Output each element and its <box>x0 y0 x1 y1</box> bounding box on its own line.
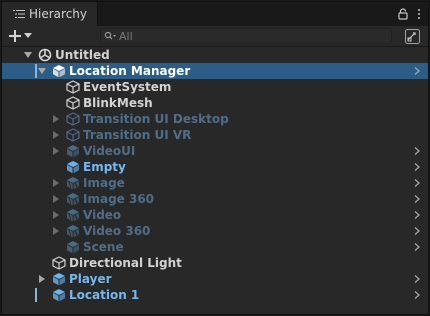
hierarchy-row-label: Location Manager <box>69 64 191 78</box>
open-prefab-chevron-icon[interactable] <box>414 275 420 283</box>
expand-arrow-down-icon[interactable] <box>38 67 46 75</box>
override-marker <box>35 288 37 302</box>
expand-arrow-right-icon[interactable] <box>52 179 60 187</box>
hierarchy-row-label: Empty <box>83 160 126 174</box>
hierarchy-row[interactable]: Empty <box>2 159 428 175</box>
open-prefab-chevron-icon[interactable] <box>414 195 420 203</box>
hierarchy-row-label: Location 1 <box>69 288 140 302</box>
hierarchy-row-label: VideoUI <box>83 144 136 158</box>
gameobject-icon <box>66 112 80 126</box>
lock-icon[interactable] <box>398 8 408 20</box>
add-button[interactable] <box>9 28 37 44</box>
toolbar <box>2 26 428 47</box>
hierarchy-row[interactable]: Video 360 <box>2 223 428 239</box>
hierarchy-row-label: Transition UI VR <box>83 128 192 142</box>
prefab-icon <box>66 240 80 254</box>
expand-arrow-right-icon[interactable] <box>52 147 60 155</box>
window-menu-icon[interactable] <box>416 7 422 21</box>
hierarchy-row[interactable]: BlinkMesh <box>2 95 428 111</box>
hierarchy-row[interactable]: EventSystem <box>2 79 428 95</box>
prefab-icon <box>52 272 66 286</box>
hierarchy-row[interactable]: Player <box>2 271 428 287</box>
scene-visibility-icon[interactable] <box>405 29 420 44</box>
tab-title: Hierarchy <box>29 7 88 21</box>
hierarchy-row-label: EventSystem <box>83 80 172 94</box>
gameobject-icon <box>66 80 80 94</box>
tab-hierarchy[interactable]: Hierarchy <box>2 2 98 26</box>
dropdown-arrow-icon <box>24 33 32 38</box>
search-icon <box>104 31 116 40</box>
expand-arrow-right-icon[interactable] <box>52 115 60 123</box>
expand-arrow-right-icon[interactable] <box>38 275 46 283</box>
gameobject-icon <box>52 256 66 270</box>
hierarchy-row-label: Video 360 <box>83 224 151 238</box>
hierarchy-row[interactable]: Directional Light <box>2 255 428 271</box>
expand-arrow-right-icon[interactable] <box>52 227 60 235</box>
open-prefab-chevron-icon[interactable] <box>414 147 420 155</box>
unity-scene-icon <box>38 48 52 62</box>
hierarchy-row[interactable]: Location 1 <box>2 287 428 303</box>
hierarchy-window: Hierarchy All Untitled Location Manager … <box>1 1 429 315</box>
search-input[interactable] <box>116 29 369 43</box>
open-prefab-chevron-icon[interactable] <box>414 179 420 187</box>
prefab-icon <box>66 144 80 158</box>
gameobject-icon <box>66 96 80 110</box>
hierarchy-row[interactable]: VideoUI <box>2 143 428 159</box>
hierarchy-row[interactable]: Image 360 <box>2 191 428 207</box>
hierarchy-row[interactable]: Transition UI VR <box>2 127 428 143</box>
hierarchy-row[interactable]: Untitled <box>2 47 428 63</box>
open-prefab-chevron-icon[interactable] <box>414 227 420 235</box>
hierarchy-row[interactable]: Transition UI Desktop <box>2 111 428 127</box>
open-prefab-chevron-icon[interactable] <box>414 211 420 219</box>
prefab-variant-icon <box>66 224 80 238</box>
plus-icon <box>9 30 21 42</box>
hierarchy-row-label: Untitled <box>55 48 110 62</box>
hierarchy-row-label: BlinkMesh <box>83 96 153 110</box>
expand-arrow-right-icon[interactable] <box>52 211 60 219</box>
hierarchy-row-label: Image 360 <box>83 192 155 206</box>
hierarchy-row-label: Directional Light <box>69 256 182 270</box>
open-prefab-chevron-icon[interactable] <box>414 67 420 75</box>
prefab-variant-icon <box>66 176 80 190</box>
hierarchy-row-label: Image <box>83 176 125 190</box>
prefab-variant-icon <box>66 192 80 206</box>
prefab-icon <box>52 64 66 78</box>
open-prefab-chevron-icon[interactable] <box>414 243 420 251</box>
hierarchy-row-label: Video <box>83 208 122 222</box>
hierarchy-row[interactable]: Video <box>2 207 428 223</box>
prefab-icon <box>66 160 80 174</box>
expand-arrow-down-icon[interactable] <box>24 51 32 59</box>
open-prefab-chevron-icon[interactable] <box>414 291 420 299</box>
hierarchy-list-icon <box>13 10 25 18</box>
prefab-variant-icon <box>66 208 80 222</box>
open-prefab-chevron-icon[interactable] <box>414 163 420 171</box>
tab-bar: Hierarchy <box>2 2 428 26</box>
expand-arrow-right-icon[interactable] <box>52 131 60 139</box>
gameobject-icon <box>66 128 80 142</box>
hierarchy-row[interactable]: Location Manager <box>2 63 428 79</box>
hierarchy-row[interactable]: Image <box>2 175 428 191</box>
hierarchy-row[interactable]: Scene <box>2 239 428 255</box>
expand-arrow-right-icon[interactable] <box>52 195 60 203</box>
prefab-icon <box>52 288 66 302</box>
search-field[interactable] <box>100 28 392 44</box>
hierarchy-row-label: Scene <box>83 240 124 254</box>
hierarchy-row-label: Transition UI Desktop <box>83 112 229 126</box>
override-marker <box>35 64 37 78</box>
hierarchy-row-label: Player <box>69 272 112 286</box>
